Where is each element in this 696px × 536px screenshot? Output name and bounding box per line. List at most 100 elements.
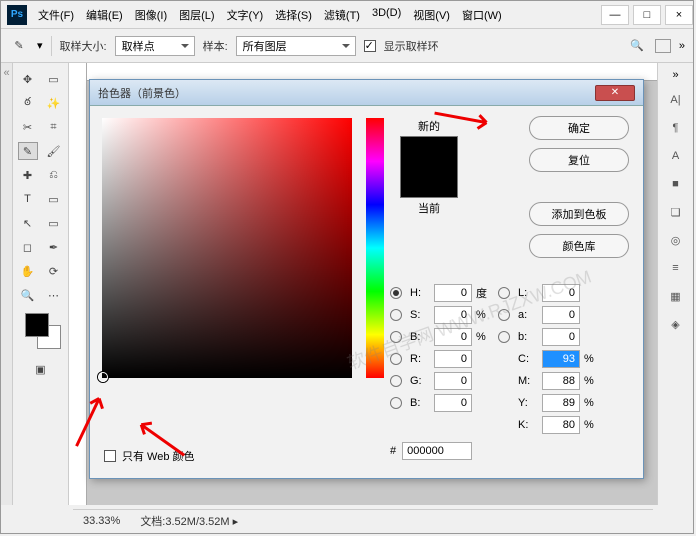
close-button[interactable]: × — [665, 5, 693, 25]
g-radio[interactable] — [390, 375, 402, 387]
hex-input[interactable] — [402, 442, 472, 460]
hue-slider[interactable] — [366, 118, 384, 378]
brush-tool[interactable]: 🖌 — [44, 142, 64, 160]
screen-mode-icon[interactable] — [655, 39, 671, 53]
web-only-checkbox[interactable] — [104, 450, 116, 462]
menu-layer[interactable]: 图层(L) — [174, 5, 219, 25]
list-panel-icon[interactable]: ≡ — [667, 259, 685, 277]
main-menu: 文件(F) 编辑(E) 图像(I) 图层(L) 文字(Y) 选择(S) 滤镜(T… — [33, 5, 507, 25]
minimize-button[interactable]: — — [601, 5, 629, 25]
menu-window[interactable]: 窗口(W) — [457, 5, 507, 25]
b-radio[interactable] — [390, 331, 402, 343]
search-icon[interactable]: 🔍 — [627, 37, 647, 55]
deg-unit: 度 — [476, 285, 496, 301]
b-input[interactable] — [434, 328, 472, 346]
dialog-titlebar[interactable]: 拾色器（前景色） ✕ — [90, 80, 643, 106]
ok-button[interactable]: 确定 — [529, 116, 629, 140]
rotate-tool[interactable]: ⟳ — [44, 262, 64, 280]
crop-tool[interactable]: ✂ — [18, 118, 38, 136]
rect-tool[interactable]: ▭ — [44, 190, 64, 208]
g-input[interactable] — [434, 372, 472, 390]
c-input[interactable] — [542, 350, 580, 368]
menu-type[interactable]: 文字(Y) — [222, 5, 269, 25]
swatch-panel-icon[interactable]: ■ — [667, 175, 685, 193]
maximize-button[interactable]: □ — [633, 5, 661, 25]
para-panel-icon[interactable]: ¶ — [667, 119, 685, 137]
lab-b-label: b: — [518, 331, 540, 343]
menu-image[interactable]: 图像(I) — [130, 5, 172, 25]
color-picker-dialog: 拾色器（前景色） ✕ 新的 当前 确定 复位 添加到色板 颜色库 H:度 — [89, 79, 644, 479]
add-swatch-button[interactable]: 添加到色板 — [529, 202, 629, 226]
more-tools[interactable]: ⋯ — [44, 286, 64, 304]
reset-button[interactable]: 复位 — [529, 148, 629, 172]
a-input[interactable] — [542, 306, 580, 324]
dialog-title: 拾色器（前景色） — [98, 85, 186, 101]
sample-select[interactable]: 所有图层 — [236, 36, 356, 56]
y-input[interactable] — [542, 394, 580, 412]
eyedropper-tool[interactable]: ✎ — [18, 142, 38, 160]
saturation-value-picker[interactable] — [102, 118, 352, 378]
menu-view[interactable]: 视图(V) — [408, 5, 455, 25]
s-radio[interactable] — [390, 309, 402, 321]
app-logo: Ps — [7, 5, 27, 25]
shape-tool[interactable]: ▭ — [44, 214, 64, 232]
arrow-tool[interactable]: ↖ — [18, 214, 38, 232]
sample-size-select[interactable]: 取样点 — [115, 36, 195, 56]
chevron-icon[interactable]: » — [679, 40, 685, 52]
h-radio[interactable] — [390, 287, 402, 299]
bb-radio[interactable] — [390, 397, 402, 409]
hex-row: # — [390, 442, 472, 460]
lab-b-input[interactable] — [542, 328, 580, 346]
left-collapse[interactable]: « — [1, 63, 13, 505]
k-label: K: — [518, 419, 540, 431]
menu-edit[interactable]: 编辑(E) — [81, 5, 128, 25]
r-radio[interactable] — [390, 353, 402, 365]
menu-select[interactable]: 选择(S) — [270, 5, 317, 25]
slice-tool[interactable]: ⌗ — [44, 118, 64, 136]
menu-3d[interactable]: 3D(D) — [367, 5, 406, 25]
a-radio[interactable] — [498, 309, 510, 321]
dialog-close-button[interactable]: ✕ — [595, 85, 635, 101]
marquee-tool[interactable]: ▭ — [44, 70, 64, 88]
color-swatches — [21, 313, 61, 353]
zoom-level[interactable]: 33.33% — [83, 515, 120, 527]
clone-tool[interactable]: ⎌ — [44, 166, 64, 184]
s-input[interactable] — [434, 306, 472, 324]
l-input[interactable] — [542, 284, 580, 302]
title-bar: Ps 文件(F) 编辑(E) 图像(I) 图层(L) 文字(Y) 选择(S) 滤… — [1, 1, 693, 29]
grid-panel-icon[interactable]: ▦ — [667, 287, 685, 305]
h-input[interactable] — [434, 284, 472, 302]
bb-label: B: — [410, 397, 432, 409]
lab-b-radio[interactable] — [498, 331, 510, 343]
hand-tool[interactable]: ✋ — [18, 262, 38, 280]
picker-cursor[interactable] — [98, 372, 108, 382]
menu-file[interactable]: 文件(F) — [33, 5, 79, 25]
zoom-tool[interactable]: 🔍 — [18, 286, 38, 304]
move-tool[interactable]: ✥ — [18, 70, 38, 88]
pen-tool[interactable]: ✒ — [44, 238, 64, 256]
l-radio[interactable] — [498, 287, 510, 299]
quickmask-tool[interactable]: ▣ — [31, 360, 51, 378]
lasso-tool[interactable]: ఠ — [18, 94, 38, 112]
heal-tool[interactable]: ✚ — [18, 166, 38, 184]
char-panel-icon[interactable]: A| — [667, 91, 685, 109]
color-fields: H:度 L: S:% a: B:% b: R: C:% G: M:% B: Y:… — [390, 284, 629, 434]
bb-input[interactable] — [434, 394, 472, 412]
layers-panel-icon[interactable]: ◈ — [667, 315, 685, 333]
new-label: 新的 — [418, 118, 440, 134]
show-ring-checkbox[interactable] — [364, 40, 376, 52]
glyph-panel-icon[interactable]: A — [667, 147, 685, 165]
foreground-swatch[interactable] — [25, 313, 49, 337]
lib-panel-icon[interactable]: ❏ — [667, 203, 685, 221]
wand-tool[interactable]: ✨ — [44, 94, 64, 112]
m-input[interactable] — [542, 372, 580, 390]
right-panel: » A| ¶ A ■ ❏ ◎ ≡ ▦ ◈ — [657, 63, 693, 505]
path-tool[interactable]: ◻ — [18, 238, 38, 256]
r-input[interactable] — [434, 350, 472, 368]
text-tool[interactable]: T — [18, 190, 38, 208]
panel-collapse[interactable]: » — [672, 69, 678, 81]
menu-filter[interactable]: 滤镜(T) — [319, 5, 365, 25]
cc-panel-icon[interactable]: ◎ — [667, 231, 685, 249]
k-input[interactable] — [542, 416, 580, 434]
color-libraries-button[interactable]: 颜色库 — [529, 234, 629, 258]
